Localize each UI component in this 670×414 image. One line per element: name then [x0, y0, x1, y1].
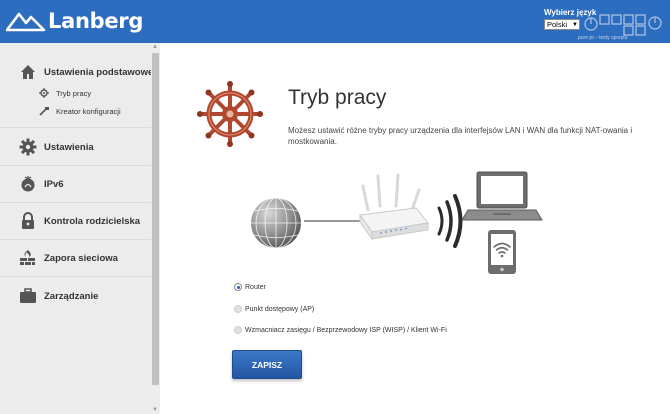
- dropdown-arrow-icon: ▼: [572, 21, 578, 28]
- firewall-icon: [18, 248, 38, 268]
- radio-button[interactable]: [234, 283, 242, 291]
- globe-icon: [251, 197, 301, 249]
- option-access-point[interactable]: Punkt dostępowy (AP): [234, 305, 314, 313]
- language-value: Polski: [547, 20, 568, 29]
- tablet-icon: [488, 230, 516, 274]
- lock-icon: [18, 211, 38, 231]
- sidebar-divider: [0, 276, 151, 277]
- sidebar-subitem-mode[interactable]: Tryb pracy: [0, 85, 151, 101]
- language-select[interactable]: Polski ▼: [544, 19, 580, 30]
- ipv6-icon: [18, 174, 38, 194]
- router-icon: [359, 173, 429, 241]
- home-icon: [18, 62, 38, 82]
- sidebar-item-label: Kontrola rodzicielska: [44, 215, 141, 227]
- save-button[interactable]: ZAPISZ: [232, 350, 302, 379]
- sidebar-item-firewall[interactable]: Zapora sieciowa: [0, 243, 151, 273]
- sidebar-item-label: Zapora sieciowa: [44, 252, 118, 264]
- option-label: Punkt dostępowy (AP): [245, 305, 315, 313]
- laptop-icon: [461, 171, 543, 221]
- wand-icon: [38, 105, 50, 117]
- sidebar-divider: [0, 239, 151, 240]
- network-diagram: [251, 171, 543, 274]
- radio-button[interactable]: [234, 305, 242, 313]
- option-label: Router: [245, 283, 267, 291]
- mountain-logo-icon: [6, 12, 46, 32]
- radio-button[interactable]: [234, 326, 242, 334]
- header-bar: Lanberg Wybierz język Polski ▼ pure pc -…: [0, 0, 670, 43]
- brand-logo[interactable]: Lanberg: [6, 6, 143, 36]
- scroll-down-icon[interactable]: ▼: [152, 407, 158, 413]
- scrollbar-thumb[interactable]: [152, 53, 159, 385]
- sidebar-divider: [0, 165, 151, 166]
- sidebar-item-label: IPv6: [44, 178, 64, 190]
- gear-icon: [18, 137, 38, 157]
- sidebar-item-label: Ustawienia podstawowe: [44, 66, 154, 78]
- ship-wheel-icon: [197, 81, 263, 147]
- sidebar-divider: [0, 202, 151, 203]
- page-title: Tryb pracy: [288, 86, 387, 109]
- wheel-icon: [38, 87, 50, 99]
- briefcase-icon: [18, 286, 38, 306]
- sidebar-item-basic-settings[interactable]: Ustawienia podstawowe: [0, 57, 154, 87]
- brand-name: Lanberg: [48, 9, 144, 33]
- sidebar-item-parental-control[interactable]: Kontrola rodzicielska: [0, 206, 151, 236]
- sidebar-subitem-wizard[interactable]: Kreator konfiguracji: [0, 103, 151, 119]
- sidebar-item-settings[interactable]: Ustawienia: [0, 132, 151, 162]
- sidebar-item-ipv6[interactable]: IPv6: [0, 169, 151, 199]
- sidebar-item-management[interactable]: Zarządzanie: [0, 281, 151, 311]
- option-label: Wzmacniacz zasięgu / Bezprzewodowy ISP (…: [245, 326, 447, 334]
- sidebar-subitem-label: Kreator konfiguracji: [56, 106, 121, 116]
- sidebar-subitem-label: Tryb pracy: [56, 88, 92, 98]
- watermark-caption: pure pc - testy sprzętu: [578, 35, 628, 41]
- wifi-waves-icon: [437, 194, 463, 248]
- sidebar-item-label: Ustawienia: [44, 141, 94, 153]
- sidebar: Ustawienia podstawowe Tryb pracy Kreator…: [0, 43, 160, 414]
- sidebar-scrollbar[interactable]: ▲ ▼: [151, 43, 160, 414]
- scroll-up-icon[interactable]: ▲: [152, 44, 158, 50]
- page-description: Możesz ustawić różne tryby pracy urządze…: [288, 126, 633, 146]
- option-repeater-wisp[interactable]: Wzmacniacz zasięgu / Bezprzewodowy ISP (…: [234, 326, 447, 334]
- sidebar-divider: [0, 127, 151, 128]
- option-router[interactable]: Router: [234, 283, 266, 291]
- sidebar-item-label: Zarządzanie: [44, 290, 99, 302]
